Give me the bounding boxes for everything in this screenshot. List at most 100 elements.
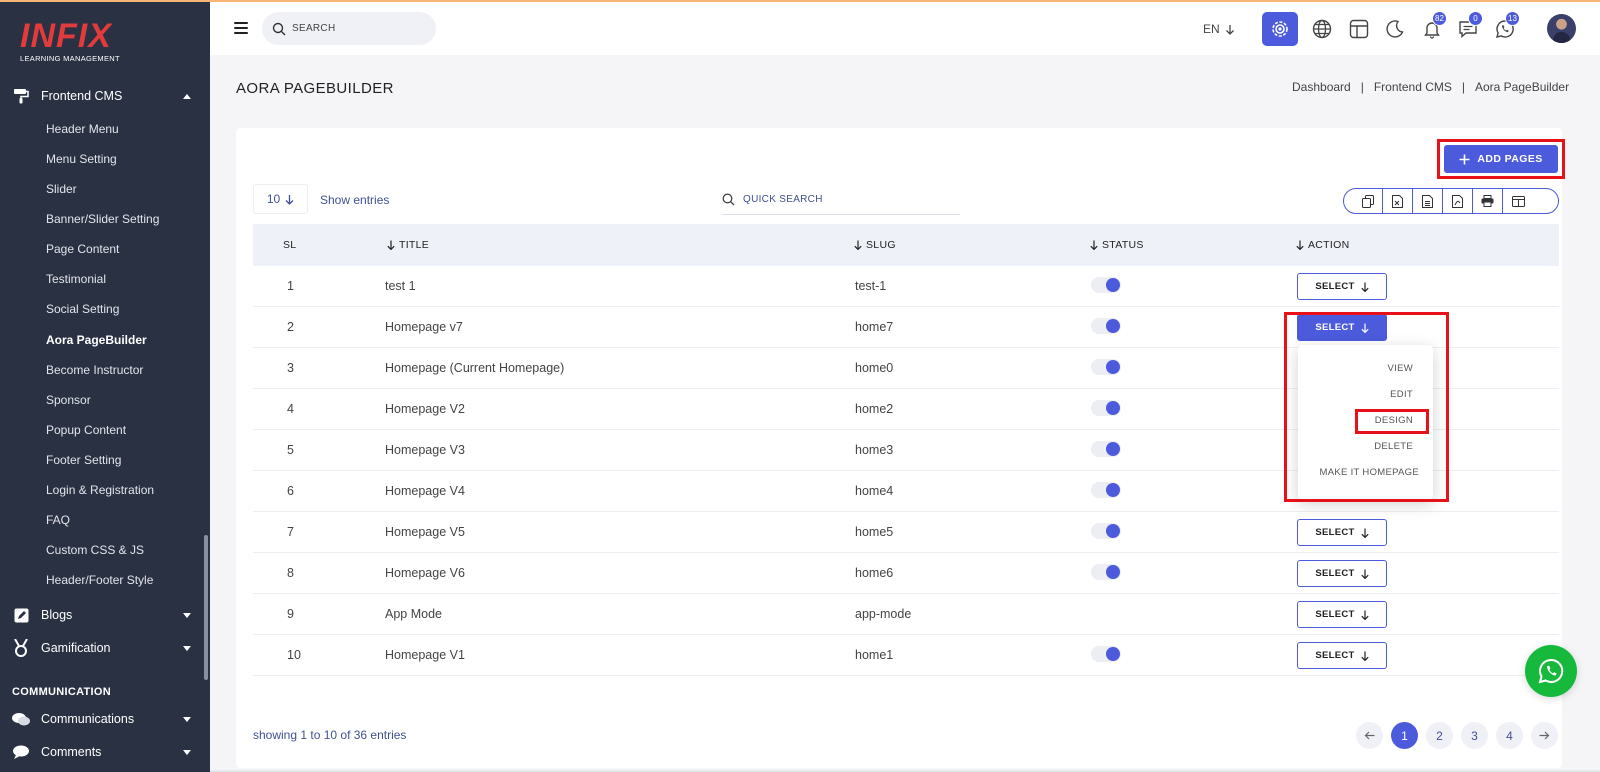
sidebar-item-banner-slider-setting[interactable]: Banner/Slider Setting <box>46 210 159 228</box>
sidebar-group-gamification[interactable]: Gamification <box>0 632 210 664</box>
print-button[interactable] <box>1473 189 1503 213</box>
sidebar-item-sponsor[interactable]: Sponsor <box>46 391 91 409</box>
csv-button[interactable] <box>1413 189 1443 213</box>
status-toggle[interactable] <box>1091 482 1121 498</box>
arrow-down-icon <box>854 240 862 250</box>
arrow-down-icon <box>1225 24 1234 35</box>
excel-button[interactable] <box>1383 189 1413 213</box>
copy-button[interactable] <box>1353 189 1383 213</box>
columns-button[interactable] <box>1503 189 1533 213</box>
quick-search[interactable] <box>722 185 960 215</box>
sidebar-item-login-registration[interactable]: Login & Registration <box>46 481 154 499</box>
select-action-button[interactable]: SELECT <box>1297 273 1387 300</box>
breadcrumb: Dashboard | Frontend CMS | Aora PageBuil… <box>1292 80 1569 94</box>
breadcrumb-frontend-cms[interactable]: Frontend CMS <box>1374 80 1452 94</box>
sidebar-group-comments[interactable]: Comments <box>0 736 210 768</box>
menu-item-delete[interactable]: DELETE <box>1374 441 1413 452</box>
status-toggle[interactable] <box>1091 277 1121 293</box>
select-action-button[interactable]: SELECT <box>1297 314 1387 341</box>
notification-badge: 82 <box>1432 11 1447 26</box>
cell-slug: test-1 <box>855 279 887 293</box>
language-selector[interactable]: EN <box>1203 22 1235 36</box>
menu-item-design[interactable]: DESIGN <box>1375 415 1413 426</box>
moon-icon[interactable] <box>1385 19 1405 39</box>
arrow-down-icon <box>1090 240 1098 250</box>
pagination-prev[interactable] <box>1356 722 1383 749</box>
search-input[interactable] <box>292 23 432 34</box>
arrow-down-icon <box>1296 240 1304 250</box>
pencil-square-icon <box>12 606 30 624</box>
sidebar-group-frontend-cms[interactable]: Frontend CMS <box>0 80 210 112</box>
sidebar-group-communications[interactable]: Communications <box>0 703 210 735</box>
messages-button[interactable]: 0 <box>1458 11 1483 39</box>
cell-sl: 8 <box>287 566 294 580</box>
add-pages-button[interactable]: ADD PAGES <box>1444 145 1558 173</box>
sidebar-item-header-footer-style[interactable]: Header/Footer Style <box>46 571 153 589</box>
menu-item-view[interactable]: VIEW <box>1388 363 1413 374</box>
pdf-button[interactable] <box>1443 189 1473 213</box>
sidebar-group-blogs[interactable]: Blogs <box>0 599 210 631</box>
sidebar-item-social-setting[interactable]: Social Setting <box>46 300 119 318</box>
settings-button[interactable] <box>1262 12 1298 46</box>
cell-slug: home2 <box>855 402 894 416</box>
select-action-button[interactable]: SELECT <box>1297 560 1387 587</box>
sidebar-scrollbar[interactable] <box>204 535 208 680</box>
pagination-page-4[interactable]: 4 <box>1496 722 1523 749</box>
status-toggle[interactable] <box>1091 400 1121 416</box>
copy-icon <box>1361 194 1374 208</box>
menu-icon[interactable] <box>234 22 248 34</box>
cell-title: Homepage (Current Homepage) <box>385 361 565 375</box>
status-toggle[interactable] <box>1091 646 1121 662</box>
cell-title: App Mode <box>385 607 442 621</box>
user-avatar[interactable] <box>1547 14 1576 43</box>
column-header-status[interactable]: STATUS <box>1090 239 1144 251</box>
sidebar-item-menu-setting[interactable]: Menu Setting <box>46 150 117 168</box>
status-toggle[interactable] <box>1091 523 1121 539</box>
breadcrumb-dashboard[interactable]: Dashboard <box>1292 80 1351 94</box>
sidebar-item-testimonial[interactable]: Testimonial <box>46 270 106 288</box>
pagination-page-2[interactable]: 2 <box>1426 722 1453 749</box>
breadcrumb-aora-pagebuilder[interactable]: Aora PageBuilder <box>1475 80 1569 94</box>
arrow-down-icon <box>1361 282 1369 292</box>
cell-sl: 10 <box>287 648 301 662</box>
pagination-page-1[interactable]: 1 <box>1391 722 1418 749</box>
column-header-action[interactable]: ACTION <box>1296 239 1349 251</box>
column-header-sl[interactable]: SL <box>283 239 296 251</box>
menu-item-edit[interactable]: EDIT <box>1390 389 1413 400</box>
globe-icon[interactable] <box>1312 19 1332 39</box>
entries-per-page-select[interactable]: 10 <box>253 184 308 214</box>
csv-icon <box>1422 194 1433 208</box>
sidebar-item-aora-pagebuilder[interactable]: Aora PageBuilder <box>46 331 147 349</box>
whatsapp-header-button[interactable]: 13 <box>1495 11 1520 39</box>
notifications-button[interactable]: 82 <box>1422 11 1447 39</box>
select-action-button[interactable]: SELECT <box>1297 601 1387 628</box>
logo[interactable]: INFIX LEARNING MANAGEMENT <box>20 18 120 63</box>
columns-icon <box>1511 195 1525 207</box>
status-toggle[interactable] <box>1091 441 1121 457</box>
column-header-title[interactable]: TITLE <box>387 239 429 251</box>
header-search[interactable] <box>262 12 436 45</box>
caret-down-icon <box>183 645 191 651</box>
quick-search-input[interactable] <box>743 194 943 205</box>
status-toggle[interactable] <box>1091 359 1121 375</box>
status-toggle[interactable] <box>1091 564 1121 580</box>
pagination-next[interactable] <box>1531 722 1558 749</box>
sidebar-item-header-menu[interactable]: Header Menu <box>46 120 119 138</box>
column-header-slug[interactable]: SLUG <box>854 239 896 251</box>
whatsapp-float-button[interactable] <box>1525 645 1577 697</box>
message-badge: 0 <box>1468 11 1483 26</box>
sidebar-item-page-content[interactable]: Page Content <box>46 240 119 258</box>
excel-icon <box>1392 194 1403 208</box>
select-action-button[interactable]: SELECT <box>1297 519 1387 546</box>
select-action-button[interactable]: SELECT <box>1297 642 1387 669</box>
sidebar-item-become-instructor[interactable]: Become Instructor <box>46 361 143 379</box>
pagination-page-3[interactable]: 3 <box>1461 722 1488 749</box>
layout-icon[interactable] <box>1349 19 1369 39</box>
sidebar-item-popup-content[interactable]: Popup Content <box>46 421 126 439</box>
sidebar-item-slider[interactable]: Slider <box>46 180 77 198</box>
sidebar-item-custom-css-js[interactable]: Custom CSS & JS <box>46 541 144 559</box>
sidebar-item-footer-setting[interactable]: Footer Setting <box>46 451 121 469</box>
status-toggle[interactable] <box>1091 318 1121 334</box>
menu-item-make-homepage[interactable]: MAKE IT HOMEPAGE <box>1320 467 1419 478</box>
sidebar-item-faq[interactable]: FAQ <box>46 511 70 529</box>
